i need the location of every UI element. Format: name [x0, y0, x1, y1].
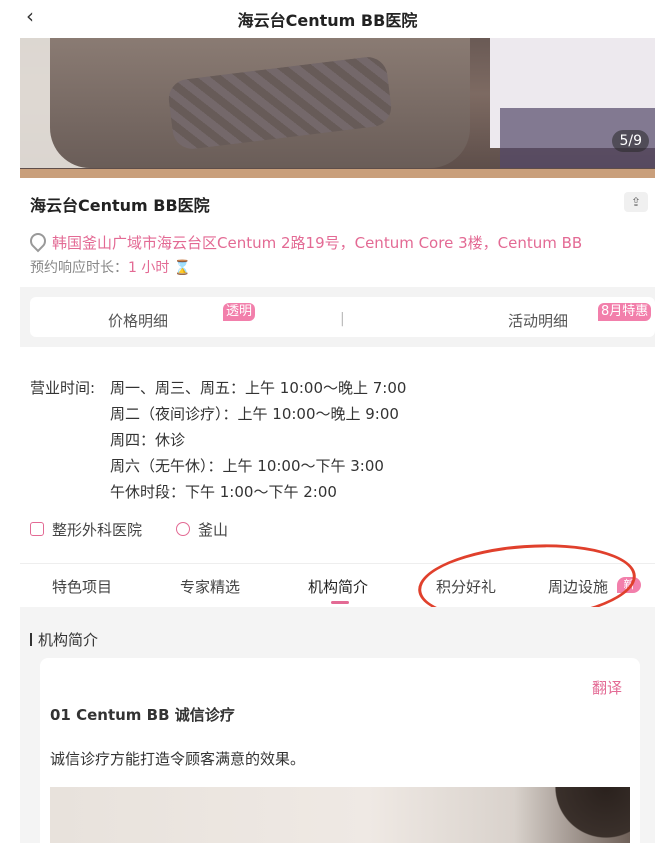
category-type-label: 整形外科医院	[52, 521, 143, 539]
category-location: 釜山	[176, 519, 228, 540]
transparent-tag: 透明	[223, 303, 256, 321]
address-text: 韩国釜山广域市海云台区Centum 2路19号，Centum Core 3楼，C…	[52, 234, 583, 252]
intro-heading: 01 Centum BB 诚信诊疗	[50, 706, 235, 724]
price-detail-link[interactable]: 价格明细	[108, 310, 168, 331]
tab-institution-intro[interactable]: 机构简介	[308, 576, 368, 597]
translate-button[interactable]: 翻译	[592, 677, 622, 698]
section-marker	[30, 633, 32, 646]
region-icon	[176, 522, 190, 536]
share-icon[interactable]: ⇪	[624, 192, 648, 212]
photo-floor	[20, 169, 655, 178]
tab-featured-items[interactable]: 特色项目	[52, 576, 112, 597]
response-time-row: 预约响应时长：1 小时 ⌛	[30, 257, 191, 277]
intro-section-title-text: 机构简介	[38, 631, 99, 649]
address-row[interactable]: 韩国釜山广域市海云台区Centum 2路19号，Centum Core 3楼，C…	[26, 229, 583, 253]
hourglass-icon: ⌛	[173, 260, 192, 276]
response-time-label: 预约响应时长：	[30, 260, 128, 276]
hours-line: 午休时段：下午 1:00～下午 2:00	[110, 483, 337, 501]
intro-paragraph: 诚信诊疗方能打造令顾客满意的效果。	[50, 750, 306, 768]
hours-line: 周一、周三、周五：上午 10:00～晚上 7:00	[110, 379, 407, 397]
price-divider: |	[340, 311, 345, 327]
category-type: 整形外科医院	[30, 519, 142, 540]
active-tab-indicator	[331, 601, 349, 604]
response-time-value: 1 小时	[128, 260, 170, 276]
intro-section-title: 机构简介	[30, 629, 98, 650]
intro-photo	[50, 787, 630, 843]
page-title: 海云台Centum BB医院	[237, 11, 418, 30]
tab-expert-picks[interactable]: 专家精选	[180, 576, 240, 597]
location-pin-icon	[26, 229, 50, 253]
event-detail-link[interactable]: 活动明细	[508, 310, 568, 331]
hours-line: 周六（无午休）：上午 10:00～下午 3:00	[110, 457, 384, 475]
image-counter: 5/9	[612, 130, 649, 152]
hospital-name: 海云台Centum BB医院	[30, 196, 210, 215]
photo-person	[510, 787, 630, 843]
hospital-photo-carousel[interactable]: 5/9	[20, 38, 655, 178]
category-location-label: 釜山	[198, 521, 229, 539]
business-hours-label: 营业时间:	[30, 379, 96, 397]
august-special-tag: 8月特惠	[598, 303, 652, 321]
top-bar: ‹ 海云台Centum BB医院	[0, 0, 655, 38]
hours-line: 周二（夜间诊疗）：上午 10:00～晚上 9:00	[110, 405, 399, 423]
clinic-type-icon	[30, 522, 44, 536]
hours-line: 周四：休诊	[110, 431, 186, 449]
